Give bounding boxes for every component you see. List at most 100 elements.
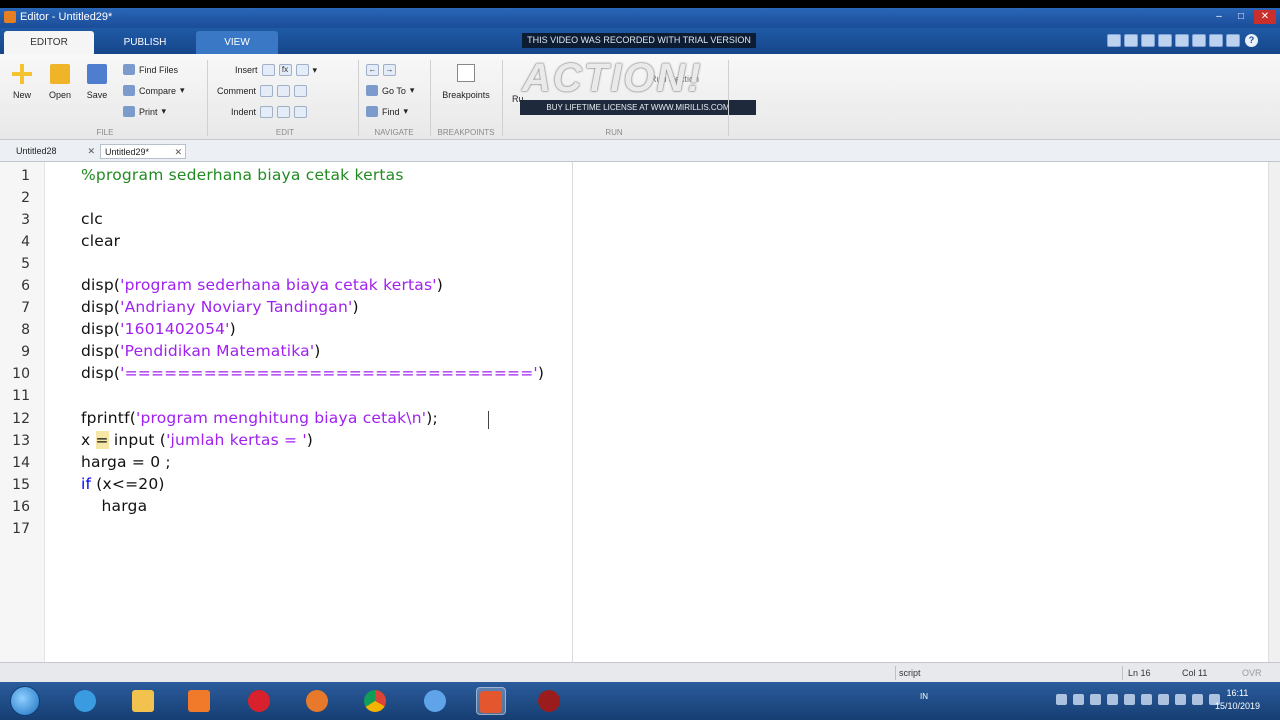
quick-redo-icon[interactable] — [1209, 34, 1223, 47]
comment-icon[interactable] — [260, 85, 274, 97]
quick-switch-windows-icon[interactable] — [1226, 34, 1240, 47]
taskbar-opera[interactable] — [244, 687, 274, 715]
smart-indent-icon[interactable] — [260, 106, 274, 118]
code-token: ) — [537, 364, 545, 382]
quick-save-icon[interactable] — [1124, 34, 1138, 47]
tray-app-icon[interactable] — [1056, 694, 1067, 705]
tab-editor[interactable]: EDITOR — [4, 31, 94, 54]
tray-app-icon[interactable] — [1141, 694, 1152, 705]
code-token: disp( — [81, 320, 121, 338]
taskbar-matlab[interactable] — [476, 687, 506, 715]
taskbar-chrome[interactable] — [360, 687, 390, 715]
compare-button[interactable]: Compare ▾ — [123, 85, 185, 96]
code-token: ) — [229, 320, 236, 338]
quick-new-icon[interactable] — [1107, 34, 1121, 47]
code-token: ); — [426, 409, 438, 427]
find-files-label: Find Files — [139, 64, 179, 75]
quick-cut-icon[interactable] — [1141, 34, 1155, 47]
status-line: Ln 16 — [1128, 668, 1151, 678]
taskbar-network-app[interactable] — [420, 687, 450, 715]
taskbar-firefox[interactable] — [302, 687, 332, 715]
code-line-15: if (x<=20) — [81, 475, 165, 493]
print-button[interactable]: Print ▾ — [123, 106, 166, 117]
insert-cell-icon[interactable] — [295, 64, 309, 76]
line-number: 13 — [12, 433, 30, 449]
code-string: 'program sederhana biaya cetak kertas' — [120, 276, 437, 294]
breakpoints-group-label: BREAKPOINTS — [437, 128, 495, 137]
code-line-8: disp('1601402054') — [81, 320, 236, 338]
code-string: 'Pendidikan Matematika' — [120, 342, 315, 360]
line-number: 3 — [21, 212, 30, 228]
tray-app-icon[interactable] — [1073, 694, 1084, 705]
code-editor[interactable]: 1 2 3 4 5 6 7 8 9 10 11 12 13 14 15 16 1… — [0, 162, 1280, 662]
indent-button[interactable]: Indent — [231, 106, 308, 118]
wrap-comment-icon[interactable] — [294, 85, 308, 97]
new-icon — [12, 64, 32, 84]
doc-tab-untitled28[interactable]: Untitled28 ✕ — [12, 144, 98, 159]
close-tab-icon[interactable]: ✕ — [87, 144, 95, 159]
chevron-down-icon: ▾ — [312, 64, 318, 75]
open-button[interactable]: Open — [46, 64, 74, 100]
new-button[interactable]: New — [10, 64, 34, 100]
windows-taskbar: IN 16:11 15/10/2019 — [0, 682, 1280, 720]
help-icon[interactable]: ? — [1245, 34, 1258, 47]
quick-undo-icon[interactable] — [1192, 34, 1206, 47]
insert-section-icon[interactable] — [261, 64, 275, 76]
increase-indent-icon[interactable] — [277, 106, 291, 118]
save-button[interactable]: Save — [84, 64, 110, 100]
close-button[interactable]: ✕ — [1254, 10, 1276, 24]
navigate-back-forward[interactable]: ← → — [366, 64, 396, 76]
window-title-bar: Editor - Untitled29* – □ ✕ — [0, 8, 1280, 28]
insert-button[interactable]: Insert fx ▾ — [235, 64, 317, 76]
insert-label: Insert — [235, 65, 258, 75]
line-number: 16 — [12, 499, 30, 515]
network-icon[interactable] — [1192, 694, 1203, 705]
tray-app-icon[interactable] — [1175, 694, 1186, 705]
system-tray — [1056, 694, 1220, 705]
close-tab-icon[interactable]: ✕ — [174, 145, 182, 160]
input-language[interactable]: IN — [920, 692, 928, 701]
tray-app-icon[interactable] — [1090, 694, 1101, 705]
edit-group-label: EDIT — [275, 128, 295, 137]
open-folder-icon — [50, 64, 70, 84]
breakpoints-button[interactable]: Breakpoints — [437, 64, 495, 100]
code-line-13: x = input ('jumlah kertas = ') — [81, 431, 313, 449]
quick-access-toolbar — [1107, 34, 1240, 47]
uncomment-icon[interactable] — [277, 85, 291, 97]
taskbar-internet-explorer[interactable] — [70, 687, 100, 715]
breakpoints-icon — [457, 64, 475, 82]
code-line-1: %program sederhana biaya cetak kertas — [81, 166, 404, 184]
start-button[interactable] — [10, 686, 40, 716]
fx-icon[interactable]: fx — [278, 64, 292, 76]
line-number: 10 — [12, 366, 30, 382]
tray-app-icon[interactable] — [1158, 694, 1169, 705]
quick-copy-icon[interactable] — [1158, 34, 1172, 47]
tray-app-icon[interactable] — [1124, 694, 1135, 705]
find-button[interactable]: Find ▾ — [366, 106, 408, 117]
taskbar-recorder[interactable] — [534, 687, 564, 715]
taskbar-clock[interactable]: 16:11 15/10/2019 — [1215, 687, 1260, 713]
tray-app-icon[interactable] — [1107, 694, 1118, 705]
code-line-4: clear — [81, 232, 121, 250]
quick-paste-icon[interactable] — [1175, 34, 1189, 47]
tab-view[interactable]: VIEW — [196, 31, 278, 54]
code-line-7: disp('Andriany Noviary Tandingan') — [81, 298, 359, 316]
doc-tab-label: Untitled28 — [16, 146, 57, 156]
code-token: ) — [314, 342, 321, 360]
minimize-button[interactable]: – — [1210, 10, 1228, 24]
matlab-app-icon — [4, 11, 16, 23]
vertical-scrollbar[interactable] — [1268, 162, 1280, 662]
forward-arrow-icon[interactable]: → — [383, 64, 396, 76]
find-files-button[interactable]: Find Files — [123, 64, 178, 75]
maximize-button[interactable]: □ — [1232, 10, 1250, 24]
goto-button[interactable]: Go To ▾ — [366, 85, 414, 96]
line-number: 2 — [21, 190, 30, 206]
code-line-9: disp('Pendidikan Matematika') — [81, 342, 321, 360]
tab-publish[interactable]: PUBLISH — [100, 31, 190, 54]
taskbar-media-player[interactable] — [184, 687, 214, 715]
decrease-indent-icon[interactable] — [294, 106, 308, 118]
comment-button[interactable]: Comment — [217, 85, 308, 97]
back-arrow-icon[interactable]: ← — [366, 64, 379, 76]
doc-tab-untitled29[interactable]: Untitled29* ✕ — [100, 144, 186, 159]
taskbar-file-explorer[interactable] — [128, 687, 158, 715]
